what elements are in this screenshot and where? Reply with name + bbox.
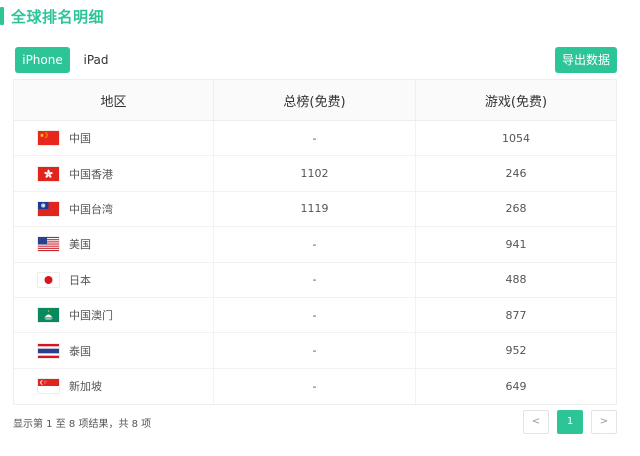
section-title: 全球排名明细 <box>0 6 104 26</box>
sg-flag-icon <box>38 379 59 394</box>
ranking-panel: 全球排名明细 iPhone iPad 导出数据 地区 总榜(免费) 游戏(免费)… <box>0 0 640 456</box>
section-title-text: 全球排名明细 <box>11 7 105 26</box>
table-row: 中国澳门 - 877 <box>14 297 616 334</box>
region-cell: 中国香港 <box>14 156 214 191</box>
us-flag-icon <box>38 237 59 252</box>
tab-iphone[interactable]: iPhone <box>15 47 70 73</box>
games-rank-cell: 649 <box>505 379 527 393</box>
table-row: 中国台湾 1119 268 <box>14 191 616 228</box>
table-row: 美国 - 941 <box>14 227 616 263</box>
overall-rank-cell: - <box>214 121 416 156</box>
games-rank-cell: 1054 <box>502 131 530 145</box>
region-cell: 中国澳门 <box>14 297 214 333</box>
region-name: 泰国 <box>69 344 91 358</box>
th-flag-icon <box>38 343 59 358</box>
overall-rank-cell: - <box>214 297 416 333</box>
games-rank-cell: 268 <box>505 202 527 216</box>
games-rank-cell: 246 <box>505 167 527 181</box>
tw-flag-icon <box>38 201 59 216</box>
overall-rank-cell: - <box>214 262 416 297</box>
export-data-button[interactable]: 导出数据 <box>555 47 617 73</box>
table-row: 新加坡 - 649 <box>14 368 616 405</box>
toolbar: iPhone iPad 导出数据 <box>15 47 617 73</box>
overall-rank-cell: - <box>214 227 416 262</box>
table-row: 中国 - 1054 <box>14 121 616 157</box>
games-rank-cell: 488 <box>505 273 527 287</box>
header-region[interactable]: 地区 <box>14 80 214 120</box>
header-games-free[interactable]: 游戏(免费) <box>416 80 616 120</box>
overall-rank-cell: - <box>214 368 416 405</box>
ranking-table: 地区 总榜(免费) 游戏(免费) 中国 - 1054 中国香港 1102 246… <box>13 79 617 406</box>
section-accent-bar <box>0 7 4 25</box>
region-name: 日本 <box>69 273 91 287</box>
jp-flag-icon <box>38 272 59 287</box>
region-name: 美国 <box>69 238 91 252</box>
region-cell: 美国 <box>14 227 214 262</box>
games-rank-cell: 941 <box>505 237 527 251</box>
prev-page-button[interactable]: < <box>523 410 549 434</box>
table-row: 中国香港 1102 246 <box>14 156 616 192</box>
hk-flag-icon <box>38 166 59 181</box>
region-cell: 日本 <box>14 262 214 297</box>
region-name: 中国香港 <box>69 167 113 181</box>
games-rank-cell: 877 <box>505 308 527 322</box>
table-row: 日本 - 488 <box>14 262 616 298</box>
cn-flag-icon <box>38 131 59 146</box>
mo-flag-icon <box>38 308 59 323</box>
region-name: 中国澳门 <box>69 309 113 323</box>
next-page-button[interactable]: > <box>591 410 617 434</box>
page-1-button[interactable]: 1 <box>557 410 583 434</box>
tab-ipad[interactable]: iPad <box>73 47 119 73</box>
region-cell: 中国台湾 <box>14 191 214 227</box>
region-cell: 中国 <box>14 121 214 156</box>
header-overall-free[interactable]: 总榜(免费) <box>214 80 416 120</box>
region-name: 新加坡 <box>69 380 102 394</box>
region-name: 中国台湾 <box>69 202 113 216</box>
table-header: 地区 总榜(免费) 游戏(免费) <box>14 80 616 121</box>
region-cell: 新加坡 <box>14 368 214 405</box>
games-rank-cell: 952 <box>505 344 527 358</box>
table-row: 泰国 - 952 <box>14 333 616 369</box>
overall-rank-cell: - <box>214 333 416 368</box>
pagination: < 1 > <box>515 410 617 434</box>
overall-rank-cell: 1119 <box>214 191 416 227</box>
overall-rank-cell: 1102 <box>214 156 416 191</box>
results-summary: 显示第 1 至 8 项结果，共 8 项 <box>13 419 152 430</box>
region-cell: 泰国 <box>14 333 214 368</box>
region-name: 中国 <box>69 132 91 146</box>
